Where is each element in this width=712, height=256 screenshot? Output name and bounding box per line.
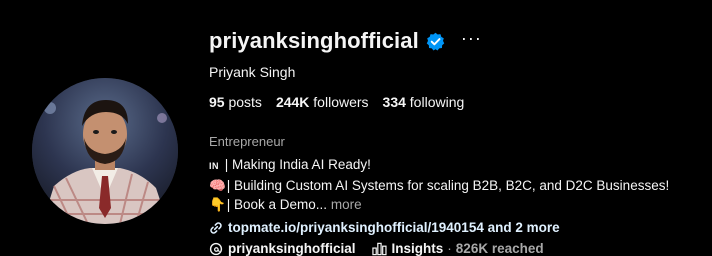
username-row: priyanksinghofficial ···: [209, 26, 709, 56]
following-stat[interactable]: 334 following: [383, 94, 465, 110]
threads-insights-row: priyanksinghofficial Insights · 826K rea…: [209, 241, 709, 256]
insights-label: Insights: [391, 241, 444, 256]
bio-line-2-text: | Building Custom AI Systems for scaling…: [223, 178, 670, 193]
followers-label: followers: [313, 94, 369, 110]
threads-handle-link[interactable]: priyanksinghofficial: [228, 241, 356, 256]
profile-link[interactable]: topmate.io/priyanksinghofficial/1940154 …: [228, 220, 560, 235]
posts-stat[interactable]: 95 posts: [209, 94, 262, 110]
profile-bio: IN | Making India AI Ready! 🧠 | Building…: [209, 155, 709, 214]
profile-link-row[interactable]: topmate.io/priyanksinghofficial/1940154 …: [209, 220, 709, 235]
insights-button[interactable]: Insights · 826K reached: [371, 241, 544, 256]
bio-more-link[interactable]: more: [331, 197, 362, 212]
avatar-photo: [32, 78, 178, 224]
insights-separator: ·: [447, 241, 452, 256]
profile-avatar[interactable]: [32, 78, 178, 224]
brain-emoji-icon: 🧠: [209, 178, 226, 193]
profile-category: Entrepreneur: [209, 134, 285, 149]
bio-line-3-text: | Book a Demo...: [223, 197, 328, 212]
bio-line-2: 🧠 | Building Custom AI Systems for scali…: [209, 176, 709, 195]
link-icon: [210, 221, 222, 234]
followers-count: 244K: [275, 94, 310, 110]
pointing-down-emoji-icon: 👇: [209, 197, 226, 212]
india-flag-icon: IN: [209, 161, 219, 171]
reached-count: 826K reached: [455, 241, 544, 256]
verified-badge-icon: [426, 32, 445, 51]
threads-icon: [209, 242, 223, 255]
bio-line-3: 👇 | Book a Demo... more: [209, 195, 709, 214]
profile-username: priyanksinghofficial: [209, 28, 419, 53]
following-count: 334: [382, 94, 406, 110]
bio-line-1-text: | Making India AI Ready!: [221, 157, 371, 172]
options-button[interactable]: ···: [461, 29, 482, 53]
posts-count: 95: [209, 94, 225, 110]
profile-stats: 95 posts 244K followers 334 following: [209, 94, 709, 110]
bar-chart-icon: [371, 242, 387, 255]
following-label: following: [409, 94, 465, 110]
profile-full-name: Priyank Singh: [209, 64, 296, 80]
followers-stat[interactable]: 244K followers: [276, 94, 369, 110]
posts-label: posts: [228, 94, 262, 110]
bio-line-1: IN | Making India AI Ready!: [209, 155, 709, 176]
profile-info: priyanksinghofficial ··· Priyank Singh 9…: [209, 26, 709, 256]
